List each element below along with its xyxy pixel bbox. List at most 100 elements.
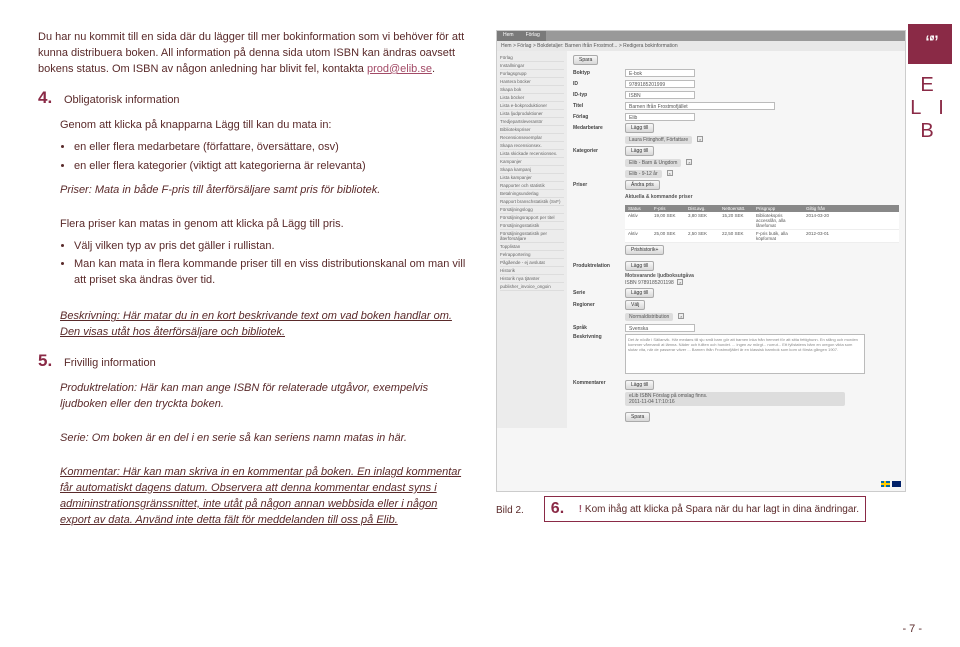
ss-side-item[interactable]: Historik — [500, 267, 564, 275]
region-pill: Normaldistribution — [625, 313, 673, 321]
section-5-title: Frivillig information — [64, 357, 156, 369]
ss-sidebar: Förlag Installningar Forlagsgrupp Hanter… — [497, 51, 567, 428]
elib-logo: E L I B — [908, 74, 952, 143]
sec4-priser: Priser: Mata in både F-pris till återför… — [60, 183, 468, 199]
flag-sweden-icon[interactable] — [881, 481, 890, 487]
sec4-beskr: Beskrivning: Här matar du in en kort bes… — [60, 309, 468, 341]
kat-pill-2: Elib - 9-12 år — [625, 170, 662, 178]
lbl-beskrivning: Beskrivning — [573, 334, 625, 340]
ss-side-item[interactable]: Skapa recensionsex. — [500, 142, 564, 150]
boktyp-select[interactable]: E-bok — [625, 69, 695, 77]
andra-pris-button[interactable]: Ändra pris — [625, 180, 660, 190]
sec5-komm: Kommentar: Här kan man skriva in en komm… — [60, 465, 468, 529]
prishistorik-button[interactable]: Prishistorik+ — [625, 245, 664, 255]
sec5-pr: Produktrelation: Här kan man ange ISBN f… — [60, 381, 468, 413]
remove-region-icon[interactable]: × — [678, 313, 684, 319]
ss-side-item[interactable]: Forlagsgrupp — [500, 70, 564, 78]
motsv-isbn: ISBN 9789185201198 — [625, 280, 674, 286]
ss-side-item[interactable]: Lista böcker — [500, 94, 564, 102]
sec4-bp1: Välj vilken typ av pris det gäller i rul… — [74, 239, 468, 255]
lbl-serie: Serie — [573, 290, 625, 296]
ss-side-item[interactable]: Skapa bok — [500, 86, 564, 94]
remove-medarbetare-icon[interactable]: × — [697, 136, 703, 142]
ss-side-item[interactable]: Topplistan — [500, 243, 564, 251]
remove-relation-icon[interactable]: × — [677, 279, 683, 285]
lbl-sprak: Språk — [573, 325, 625, 331]
aktuella-label: Aktuella & kommande priser — [625, 194, 899, 200]
ss-side-item[interactable]: Installningar — [500, 62, 564, 70]
logo-sidebar: “ ” E L I B — [908, 24, 952, 143]
kommentar-pill: eLib ISBN Förslag på omslag finns.2011-1… — [625, 392, 845, 406]
ss-main: Spara BoktypE-bok ID9789185201999 ID-typ… — [567, 51, 905, 428]
lbl-boktyp: Boktyp — [573, 70, 625, 76]
lbl-medarbetare: Medarbetare — [573, 125, 625, 131]
add-kommentar-button[interactable]: Lägg till — [625, 380, 654, 390]
ss-side-item[interactable]: Förlag — [500, 54, 564, 62]
ss-side-item[interactable]: Försäljningslogg — [500, 206, 564, 214]
idtyp-select[interactable]: ISBN — [625, 91, 695, 99]
beskrivning-textarea[interactable]: Det är nödår i Sällanvik. Här medans til… — [625, 334, 865, 374]
section-5-heading: 5. Frivillig information — [38, 351, 468, 371]
add-relation-button[interactable]: Lägg till — [625, 261, 654, 271]
ss-side-item[interactable]: Betalningsunderlag — [500, 190, 564, 198]
right-column: Hem Förlag Hem > Förlag > Bokdetaljer: B… — [496, 30, 906, 535]
section-4-heading: 4. Obligatorisk information — [38, 88, 468, 108]
flag-uk-icon[interactable] — [892, 481, 901, 487]
page-number: - 7 - — [902, 623, 922, 635]
intro-paragraph: Du har nu kommit till en sida där du läg… — [38, 30, 468, 78]
ss-side-item[interactable]: Lista skickade recensionsex. — [500, 150, 564, 158]
lbl-forlag: Förlag — [573, 114, 625, 120]
left-column: Du har nu kommit till en sida där du läg… — [38, 30, 468, 535]
section-4-number: 4. — [38, 88, 60, 108]
ss-side-item[interactable]: Rapport branschstatistik (SvF) — [500, 198, 564, 206]
ss-side-item[interactable]: Recensionsexemplar — [500, 134, 564, 142]
remove-kat2-icon[interactable]: × — [667, 170, 673, 176]
valj-region-button[interactable]: Välj — [625, 300, 645, 310]
sec5-serie: Serie: Om boken är en del i en serie så … — [60, 431, 468, 447]
ss-tab-hem[interactable]: Hem — [497, 31, 520, 41]
sec4-flera: Flera priser kan matas in genom att klic… — [60, 217, 468, 233]
save-button-bottom[interactable]: Spara — [625, 412, 650, 422]
medarbetare-pill: Laura Fitinghoff, Författare — [625, 136, 692, 144]
lbl-idtyp: ID-typ — [573, 92, 625, 98]
add-kategori-button[interactable]: Lägg till — [625, 146, 654, 156]
price-table-header: StatusF-prisDist.avg.Nettoersätt.Prisgru… — [625, 205, 899, 212]
ss-side-item[interactable]: Pågående - ej avslutat — [500, 259, 564, 267]
ss-side-item[interactable]: Kampanjer — [500, 158, 564, 166]
ss-side-item[interactable]: Historik nya tjänster — [500, 275, 564, 283]
add-medarbetare-button[interactable]: Lägg till — [625, 123, 654, 133]
sec4-lead: Genom att klicka på knapparna Lägg till … — [60, 118, 468, 134]
lbl-priser: Priser — [573, 182, 625, 188]
ss-tab-forlag[interactable]: Förlag — [520, 31, 546, 41]
forlag-input[interactable]: Elib — [625, 113, 695, 121]
ss-side-item[interactable]: Försäljningsstatistik per återförsäljare — [500, 230, 564, 243]
ss-side-item[interactable]: Hantera böcker — [500, 78, 564, 86]
sec4-list-2: Välj vilken typ av pris det gäller i rul… — [38, 239, 468, 290]
section-6-number: 6. — [551, 500, 573, 518]
ss-side-item[interactable]: Skapa kampanj — [500, 166, 564, 174]
ss-side-item[interactable]: Försäljningsrapport per titel — [500, 214, 564, 222]
ss-side-item[interactable]: Lista e-bokproduktioner — [500, 102, 564, 110]
sprak-select[interactable]: Svenska — [625, 324, 695, 332]
section-6-note: 6. ! Kom ihåg att klicka på Spara när du… — [544, 496, 866, 522]
remove-kat1-icon[interactable]: × — [686, 159, 692, 165]
ss-side-item[interactable]: Bibliotekspriser — [500, 126, 564, 134]
ss-side-item[interactable]: Lista kampanjer — [500, 174, 564, 182]
id-input[interactable]: 9789185201999 — [625, 80, 695, 88]
prod-email-link[interactable]: prod@elib.se — [367, 63, 432, 75]
ss-side-item[interactable]: Felrapportering — [500, 251, 564, 259]
ss-side-item[interactable]: Rapporter och statistik — [500, 182, 564, 190]
ss-side-item[interactable]: publisher_invoice_ongoin — [500, 283, 564, 291]
lbl-titel: Titel — [573, 103, 625, 109]
ss-breadcrumb: Hem > Förlag > Bokdetaljer: Barnen ifrån… — [497, 41, 905, 51]
ss-side-item[interactable]: Försäljningsstatistik — [500, 222, 564, 230]
bild-2-caption: Bild 2. — [496, 505, 524, 516]
section-4-title: Obligatorisk information — [64, 94, 180, 106]
ss-side-item[interactable]: Tredjepartsleverantör — [500, 118, 564, 126]
lbl-regioner: Regioner — [573, 302, 625, 308]
add-serie-button[interactable]: Lägg till — [625, 288, 654, 298]
save-button-top[interactable]: Spara — [573, 55, 598, 65]
titel-input[interactable]: Barnen ifrån Frostmofjället — [625, 102, 775, 110]
sec6-text: Kom ihåg att klicka på Spara när du har … — [585, 504, 859, 515]
ss-side-item[interactable]: Lista ljudproduktioner — [500, 110, 564, 118]
